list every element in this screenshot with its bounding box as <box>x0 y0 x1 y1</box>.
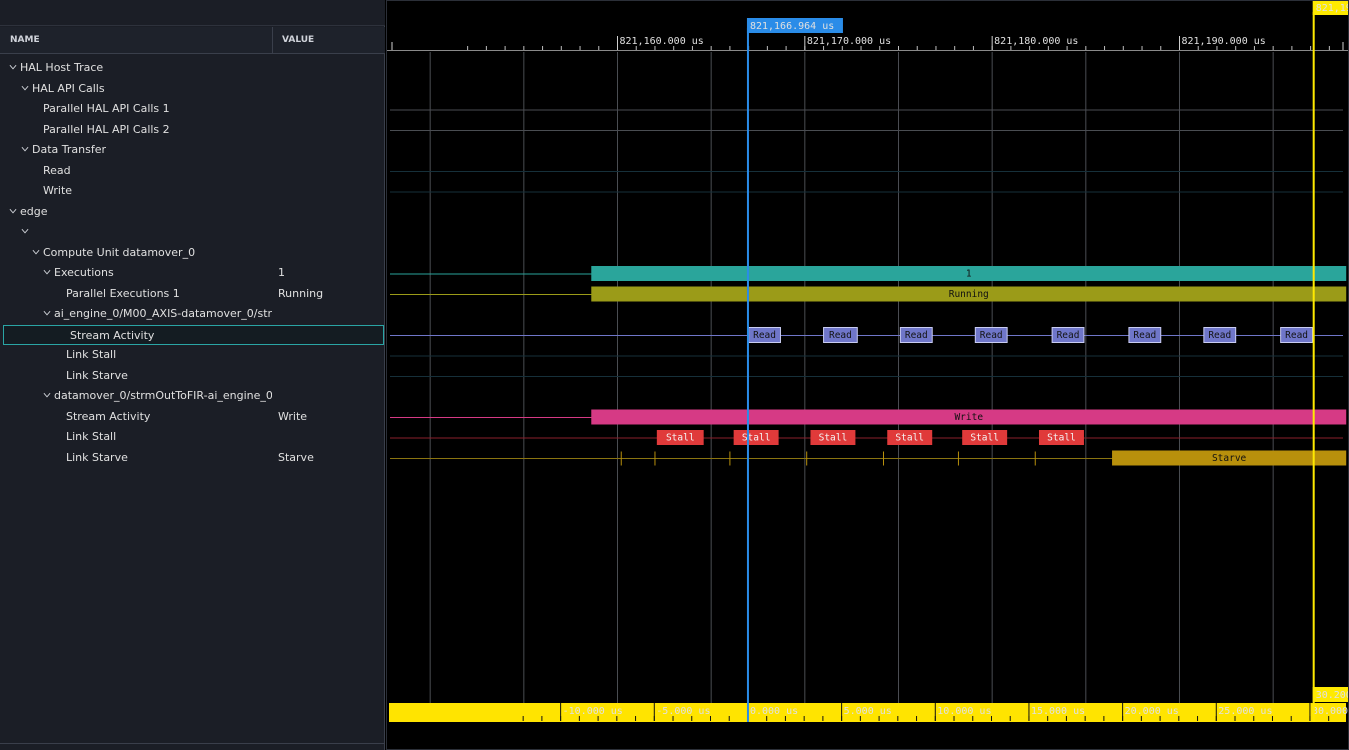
tree-row-label: HAL API Calls <box>32 81 105 95</box>
tree-row-label: datamover_0/strmOutToFIR-ai_engine_0/S00… <box>54 389 272 402</box>
chevron-down-icon[interactable] <box>9 63 17 71</box>
tree-row-value: Running <box>278 286 324 300</box>
tree-row[interactable]: Link Stall <box>0 427 385 447</box>
read-event-label: Read <box>980 330 1003 341</box>
timeline-canvas[interactable]: 821,160.000 us 821,170.000 us 821,180.000 … <box>386 0 1349 750</box>
tree-row-label: Link Starve <box>66 368 128 382</box>
timeline-frame <box>386 0 1349 750</box>
tree-row[interactable]: HAL Host Trace <box>0 58 385 78</box>
tree-row-label: Link Stall <box>66 348 117 361</box>
column-header-name[interactable]: NAME <box>10 35 40 45</box>
chevron-down-icon[interactable] <box>21 227 29 235</box>
tree-row-label: Link Stall <box>66 430 117 443</box>
tree-row-label: Stream Activity <box>70 328 155 342</box>
blue-cursor-label: 821,166.964 us <box>750 21 834 32</box>
column-separator[interactable] <box>272 27 273 54</box>
stall-event-label: Stall <box>970 433 999 444</box>
tree-row-label: Link Starve <box>66 450 128 464</box>
tree-row-label: Data Transfer <box>32 143 106 156</box>
stall-event-label: Stall <box>742 433 771 444</box>
read-event-label: Read <box>753 330 776 341</box>
read-event-label: Read <box>1285 330 1308 341</box>
bottom-tick-label: -5.000 us <box>656 706 710 717</box>
tree-row-label: Parallel Executions 1 <box>66 286 180 300</box>
tree-row-label: Parallel HAL API Calls 1 <box>43 102 170 115</box>
read-event-label: Read <box>1057 330 1080 341</box>
tree-row[interactable]: Read <box>0 161 385 181</box>
tree-header: NAME VALUE <box>0 27 385 54</box>
bottom-tick-label: 25.000 us <box>1218 706 1272 717</box>
tree-row-label: HAL Host Trace <box>20 61 104 74</box>
tree-row[interactable]: Executions 1 <box>0 263 385 283</box>
tree-row[interactable]: ai_engine_0/M00_AXIS-datamover_0/strmIn <box>0 304 385 324</box>
tree-row[interactable]: Link Stall <box>0 345 385 365</box>
bottom-tick-label: 15.000 us <box>1031 706 1085 717</box>
stall-event-label: Stall <box>819 433 848 444</box>
chevron-down-icon[interactable] <box>43 309 51 317</box>
tree-row[interactable]: datamover_0/strmOutToFIR-ai_engine_0/S00… <box>0 386 385 406</box>
tree-row-label: Compute Unit datamover_0 <box>43 245 196 259</box>
tree-bottom-divider <box>0 743 385 744</box>
tree-row[interactable]: Link Starve <box>0 366 385 386</box>
tree-row[interactable]: Stream Activity Write <box>0 407 385 427</box>
tree-row-label: Stream Activity <box>66 409 151 423</box>
chevron-down-icon[interactable] <box>43 391 51 399</box>
tree-toolbar <box>0 0 385 26</box>
stall-event-label: Stall <box>666 433 695 444</box>
tree-row[interactable]: Stream Activity <box>3 324 384 345</box>
tree-row[interactable]: Parallel HAL API Calls 1 <box>0 99 385 119</box>
tree-row[interactable]: HAL API Calls <box>0 79 385 99</box>
tree-row[interactable]: Parallel HAL API Calls 2 <box>0 120 385 140</box>
chevron-down-icon[interactable] <box>21 84 29 92</box>
read-event-label: Read <box>829 330 852 341</box>
bottom-tick-label: 20.000 us <box>1125 706 1179 717</box>
stall-event-label: Stall <box>895 433 924 444</box>
tree-row-label: Write <box>43 184 73 197</box>
tree-row[interactable]: Compute Unit datamover_0 <box>0 243 385 263</box>
chevron-down-icon[interactable] <box>9 207 17 215</box>
tree-row-value: 1 <box>278 266 285 279</box>
write-bar-label: Write <box>954 412 983 423</box>
yellow-cursor-delta-label: 30.200 us <box>1316 690 1349 701</box>
read-event-label: Read <box>1133 330 1156 341</box>
tree-row[interactable]: Data Transfer <box>0 140 385 160</box>
ruler-tick-label: 821,180.000 us <box>994 36 1078 47</box>
bottom-tick-label: 10.000 us <box>937 706 991 717</box>
tree-row[interactable]: edge <box>0 202 385 222</box>
ruler-tick-label: 821,170.000 us <box>807 36 891 47</box>
tree-row[interactable]: Parallel Executions 1 Running <box>0 284 385 304</box>
bottom-tick-label: 30.000 us <box>1312 706 1349 717</box>
tree-row-value: Write <box>278 409 308 423</box>
bottom-tick-label: 5.000 us <box>844 706 892 717</box>
read-event-label: Read <box>1208 330 1231 341</box>
ruler-tick-label: 821,190.000 us <box>1181 36 1265 47</box>
tree-row-label: Read <box>43 163 71 177</box>
tree-row-value: Starve <box>278 450 314 464</box>
tree-row-label: Parallel HAL API Calls 2 <box>43 122 170 136</box>
tree-row-label: edge <box>20 204 48 218</box>
parallel-execution-bar-label: Running <box>949 289 989 300</box>
bottom-tick-label: 0.000 us <box>750 706 798 717</box>
starve-bar-label: Starve <box>1212 453 1247 464</box>
tree-row-label: Executions <box>54 266 114 279</box>
tree-row-label: ai_engine_0/M00_AXIS-datamover_0/strmIn <box>54 307 272 320</box>
column-header-value[interactable]: VALUE <box>282 35 314 45</box>
chevron-down-icon[interactable] <box>43 268 51 276</box>
stall-event-label: Stall <box>1047 433 1076 444</box>
tree-panel: NAME VALUE HAL Host Trace HAL API Calls Pa… <box>0 0 385 750</box>
execution-bar-label: 1 <box>966 269 972 280</box>
tree-row[interactable] <box>0 222 385 242</box>
tree-row[interactable]: Write <box>0 181 385 201</box>
tree-row[interactable]: Link Starve Starve <box>0 448 385 468</box>
bottom-tick-label: -10.000 us <box>563 706 623 717</box>
timeline-panel[interactable]: 821,160.000 us 821,170.000 us 821,180.000 … <box>386 0 1349 750</box>
ruler-tick-label: 821,160.000 us <box>620 36 704 47</box>
chevron-down-icon[interactable] <box>32 248 40 256</box>
read-event-label: Read <box>905 330 928 341</box>
yellow-cursor-label: 821,197.164 us <box>1316 3 1349 14</box>
chevron-down-icon[interactable] <box>21 145 29 153</box>
